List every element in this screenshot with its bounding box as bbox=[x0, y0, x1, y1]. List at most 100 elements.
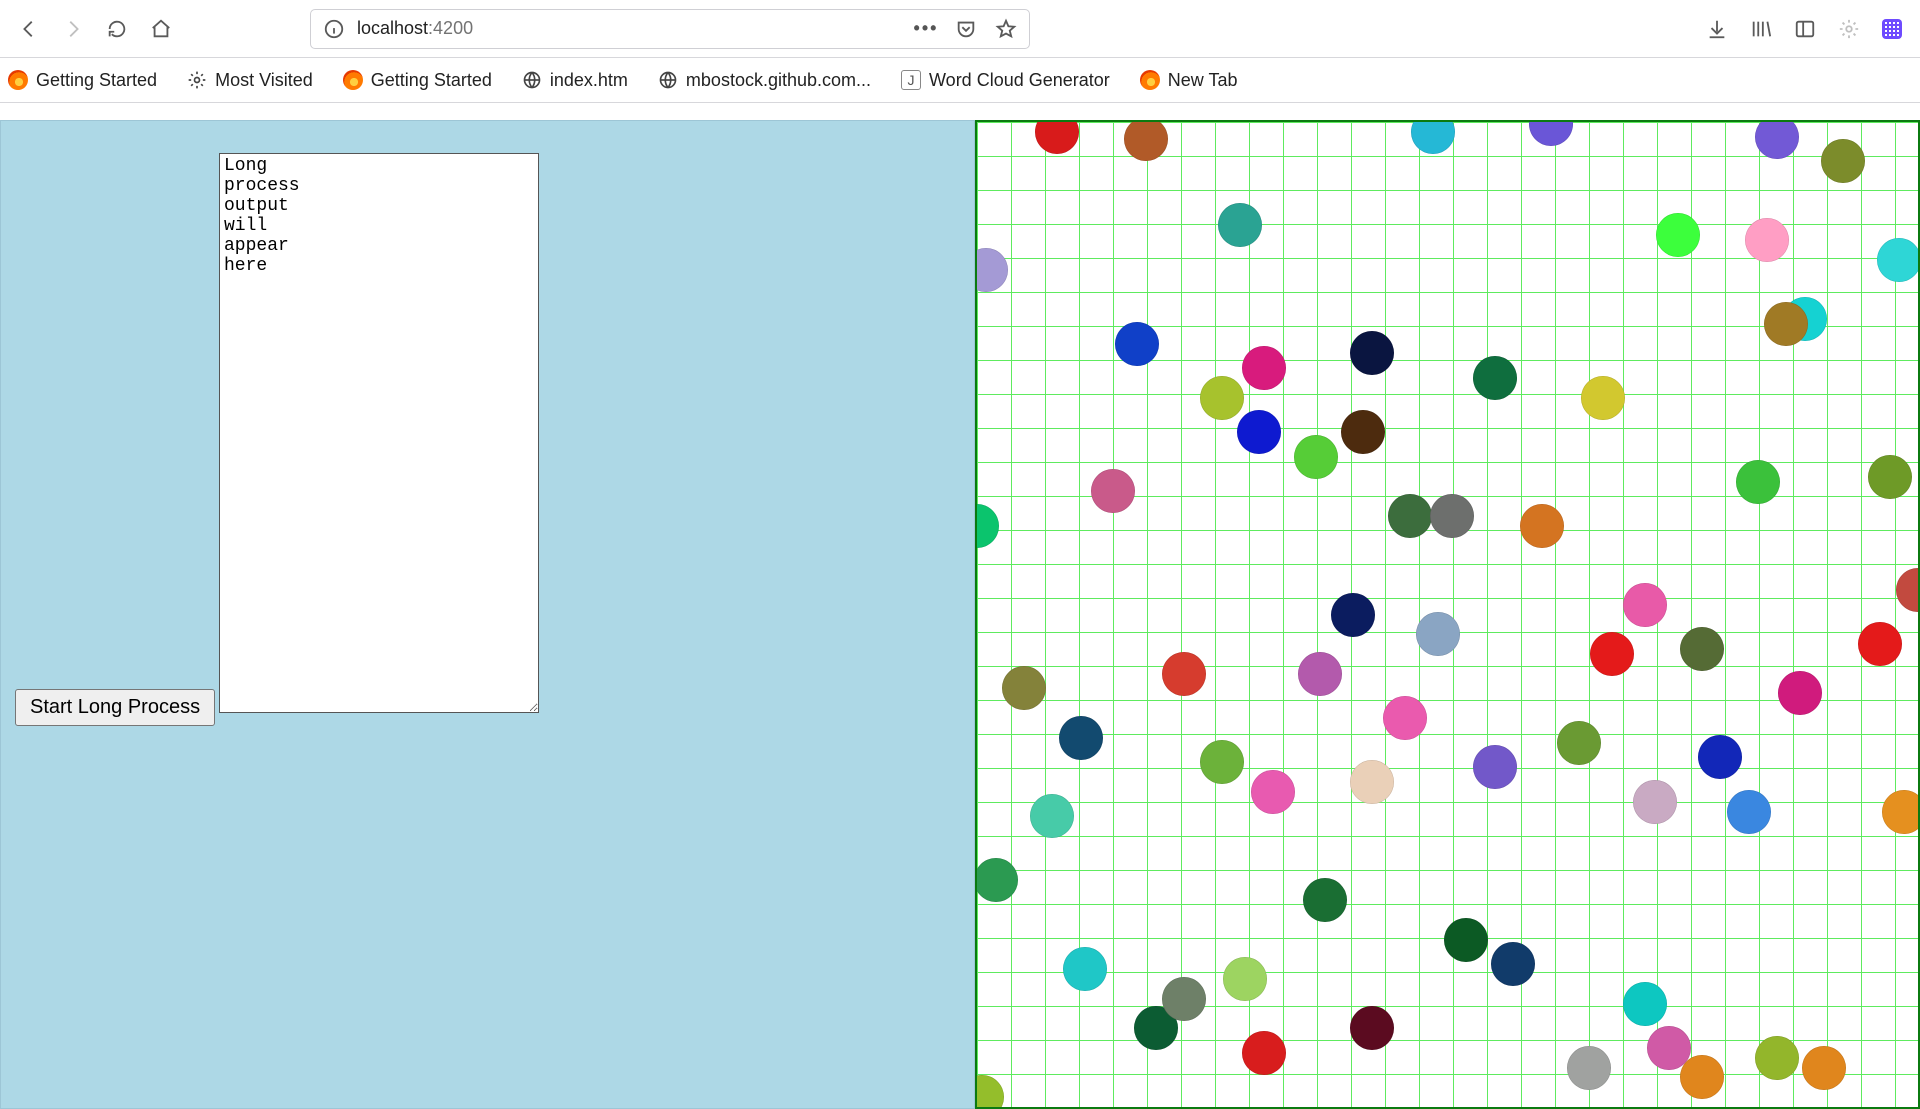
data-dot[interactable] bbox=[1303, 878, 1347, 922]
data-dot[interactable] bbox=[1821, 139, 1865, 183]
reload-icon[interactable] bbox=[106, 18, 128, 40]
star-icon[interactable] bbox=[995, 18, 1017, 40]
url-text: localhost:4200 bbox=[357, 18, 903, 39]
downloads-icon[interactable] bbox=[1706, 18, 1728, 40]
back-icon[interactable] bbox=[18, 18, 40, 40]
bookmark-item[interactable]: Most Visited bbox=[187, 70, 313, 91]
data-dot[interactable] bbox=[1581, 376, 1625, 420]
gear-icon bbox=[187, 70, 207, 90]
data-dot[interactable] bbox=[1383, 696, 1427, 740]
data-dot[interactable] bbox=[975, 504, 999, 548]
data-dot[interactable] bbox=[1411, 120, 1455, 154]
data-dot[interactable] bbox=[1764, 302, 1808, 346]
data-dot[interactable] bbox=[975, 248, 1008, 292]
data-dot[interactable] bbox=[1745, 218, 1789, 262]
data-dot[interactable] bbox=[1331, 593, 1375, 637]
data-dot[interactable] bbox=[1200, 376, 1244, 420]
data-dot[interactable] bbox=[1242, 346, 1286, 390]
sidebar-icon[interactable] bbox=[1794, 18, 1816, 40]
data-dot[interactable] bbox=[1030, 794, 1074, 838]
bookmark-item[interactable]: JWord Cloud Generator bbox=[901, 70, 1110, 91]
data-dot[interactable] bbox=[1063, 947, 1107, 991]
extension-settings-icon[interactable] bbox=[1838, 18, 1860, 40]
process-output[interactable] bbox=[219, 153, 539, 713]
bookmark-label: mbostock.github.com... bbox=[686, 70, 871, 91]
bookmark-item[interactable]: index.htm bbox=[522, 70, 628, 91]
data-dot[interactable] bbox=[1633, 780, 1677, 824]
nav-buttons-left bbox=[18, 18, 172, 40]
data-dot[interactable] bbox=[1473, 356, 1517, 400]
url-bar[interactable]: localhost:4200 ••• bbox=[310, 9, 1030, 49]
data-dot[interactable] bbox=[1755, 120, 1799, 159]
data-dot[interactable] bbox=[1680, 627, 1724, 671]
data-dot[interactable] bbox=[1294, 435, 1338, 479]
data-dot[interactable] bbox=[1341, 410, 1385, 454]
data-dot[interactable] bbox=[1882, 790, 1920, 834]
data-dot[interactable] bbox=[1557, 721, 1601, 765]
data-dot[interactable] bbox=[1242, 1031, 1286, 1075]
data-dot[interactable] bbox=[1430, 494, 1474, 538]
d3-grid-svg[interactable] bbox=[975, 120, 1920, 1109]
data-dot[interactable] bbox=[1755, 1036, 1799, 1080]
bookmark-item[interactable]: mbostock.github.com... bbox=[658, 70, 871, 91]
data-dot[interactable] bbox=[1388, 494, 1432, 538]
data-dot[interactable] bbox=[1350, 1006, 1394, 1050]
data-dot[interactable] bbox=[1491, 942, 1535, 986]
data-dot[interactable] bbox=[1162, 977, 1206, 1021]
navigation-bar: localhost:4200 ••• bbox=[0, 0, 1920, 58]
data-dot[interactable] bbox=[1698, 735, 1742, 779]
info-icon[interactable] bbox=[323, 18, 345, 40]
home-icon[interactable] bbox=[150, 18, 172, 40]
browser-chrome: localhost:4200 ••• bbox=[0, 0, 1920, 120]
data-dot[interactable] bbox=[1218, 203, 1262, 247]
data-dot[interactable] bbox=[1416, 612, 1460, 656]
data-dot[interactable] bbox=[1736, 460, 1780, 504]
data-dot[interactable] bbox=[1656, 213, 1700, 257]
data-dot[interactable] bbox=[1237, 410, 1281, 454]
bookmark-label: New Tab bbox=[1168, 70, 1238, 91]
data-dot[interactable] bbox=[1035, 120, 1079, 154]
data-dot[interactable] bbox=[1858, 622, 1902, 666]
data-dot[interactable] bbox=[1444, 918, 1488, 962]
bookmark-item[interactable]: New Tab bbox=[1140, 70, 1238, 91]
data-dot[interactable] bbox=[1162, 652, 1206, 696]
left-panel: Start Long Process bbox=[0, 120, 975, 1109]
data-dot[interactable] bbox=[1623, 583, 1667, 627]
data-dot[interactable] bbox=[1802, 1046, 1846, 1090]
data-dot[interactable] bbox=[1059, 716, 1103, 760]
data-dot[interactable] bbox=[975, 1075, 1004, 1109]
data-dot[interactable] bbox=[1223, 957, 1267, 1001]
data-dot[interactable] bbox=[1520, 504, 1564, 548]
data-dot[interactable] bbox=[1002, 666, 1046, 710]
data-dot[interactable] bbox=[1778, 671, 1822, 715]
data-dot[interactable] bbox=[1200, 740, 1244, 784]
data-dot[interactable] bbox=[1350, 760, 1394, 804]
data-dot[interactable] bbox=[1590, 632, 1634, 676]
data-dot[interactable] bbox=[1896, 568, 1920, 612]
data-dot[interactable] bbox=[1727, 790, 1771, 834]
pocket-icon[interactable] bbox=[955, 18, 977, 40]
data-dot[interactable] bbox=[1680, 1055, 1724, 1099]
data-dot[interactable] bbox=[1298, 652, 1342, 696]
data-dot[interactable] bbox=[1124, 120, 1168, 161]
library-icon[interactable] bbox=[1750, 18, 1772, 40]
bookmark-item[interactable]: Getting Started bbox=[343, 70, 492, 91]
data-dot[interactable] bbox=[1567, 1046, 1611, 1090]
bookmark-item[interactable]: Getting Started bbox=[8, 70, 157, 91]
data-dot[interactable] bbox=[1350, 331, 1394, 375]
bookmark-label: index.htm bbox=[550, 70, 628, 91]
data-dot[interactable] bbox=[1529, 120, 1573, 146]
start-long-process-button[interactable]: Start Long Process bbox=[15, 689, 215, 726]
forward-icon[interactable] bbox=[62, 18, 84, 40]
data-dot[interactable] bbox=[975, 858, 1018, 902]
data-dot[interactable] bbox=[1115, 322, 1159, 366]
more-icon[interactable]: ••• bbox=[915, 18, 937, 40]
data-dot[interactable] bbox=[1251, 770, 1295, 814]
data-dot[interactable] bbox=[1623, 982, 1667, 1026]
bookmark-label: Getting Started bbox=[371, 70, 492, 91]
data-dot[interactable] bbox=[1091, 469, 1135, 513]
data-dot[interactable] bbox=[1877, 238, 1920, 282]
extension-icon[interactable] bbox=[1882, 19, 1902, 39]
data-dot[interactable] bbox=[1868, 455, 1912, 499]
data-dot[interactable] bbox=[1473, 745, 1517, 789]
